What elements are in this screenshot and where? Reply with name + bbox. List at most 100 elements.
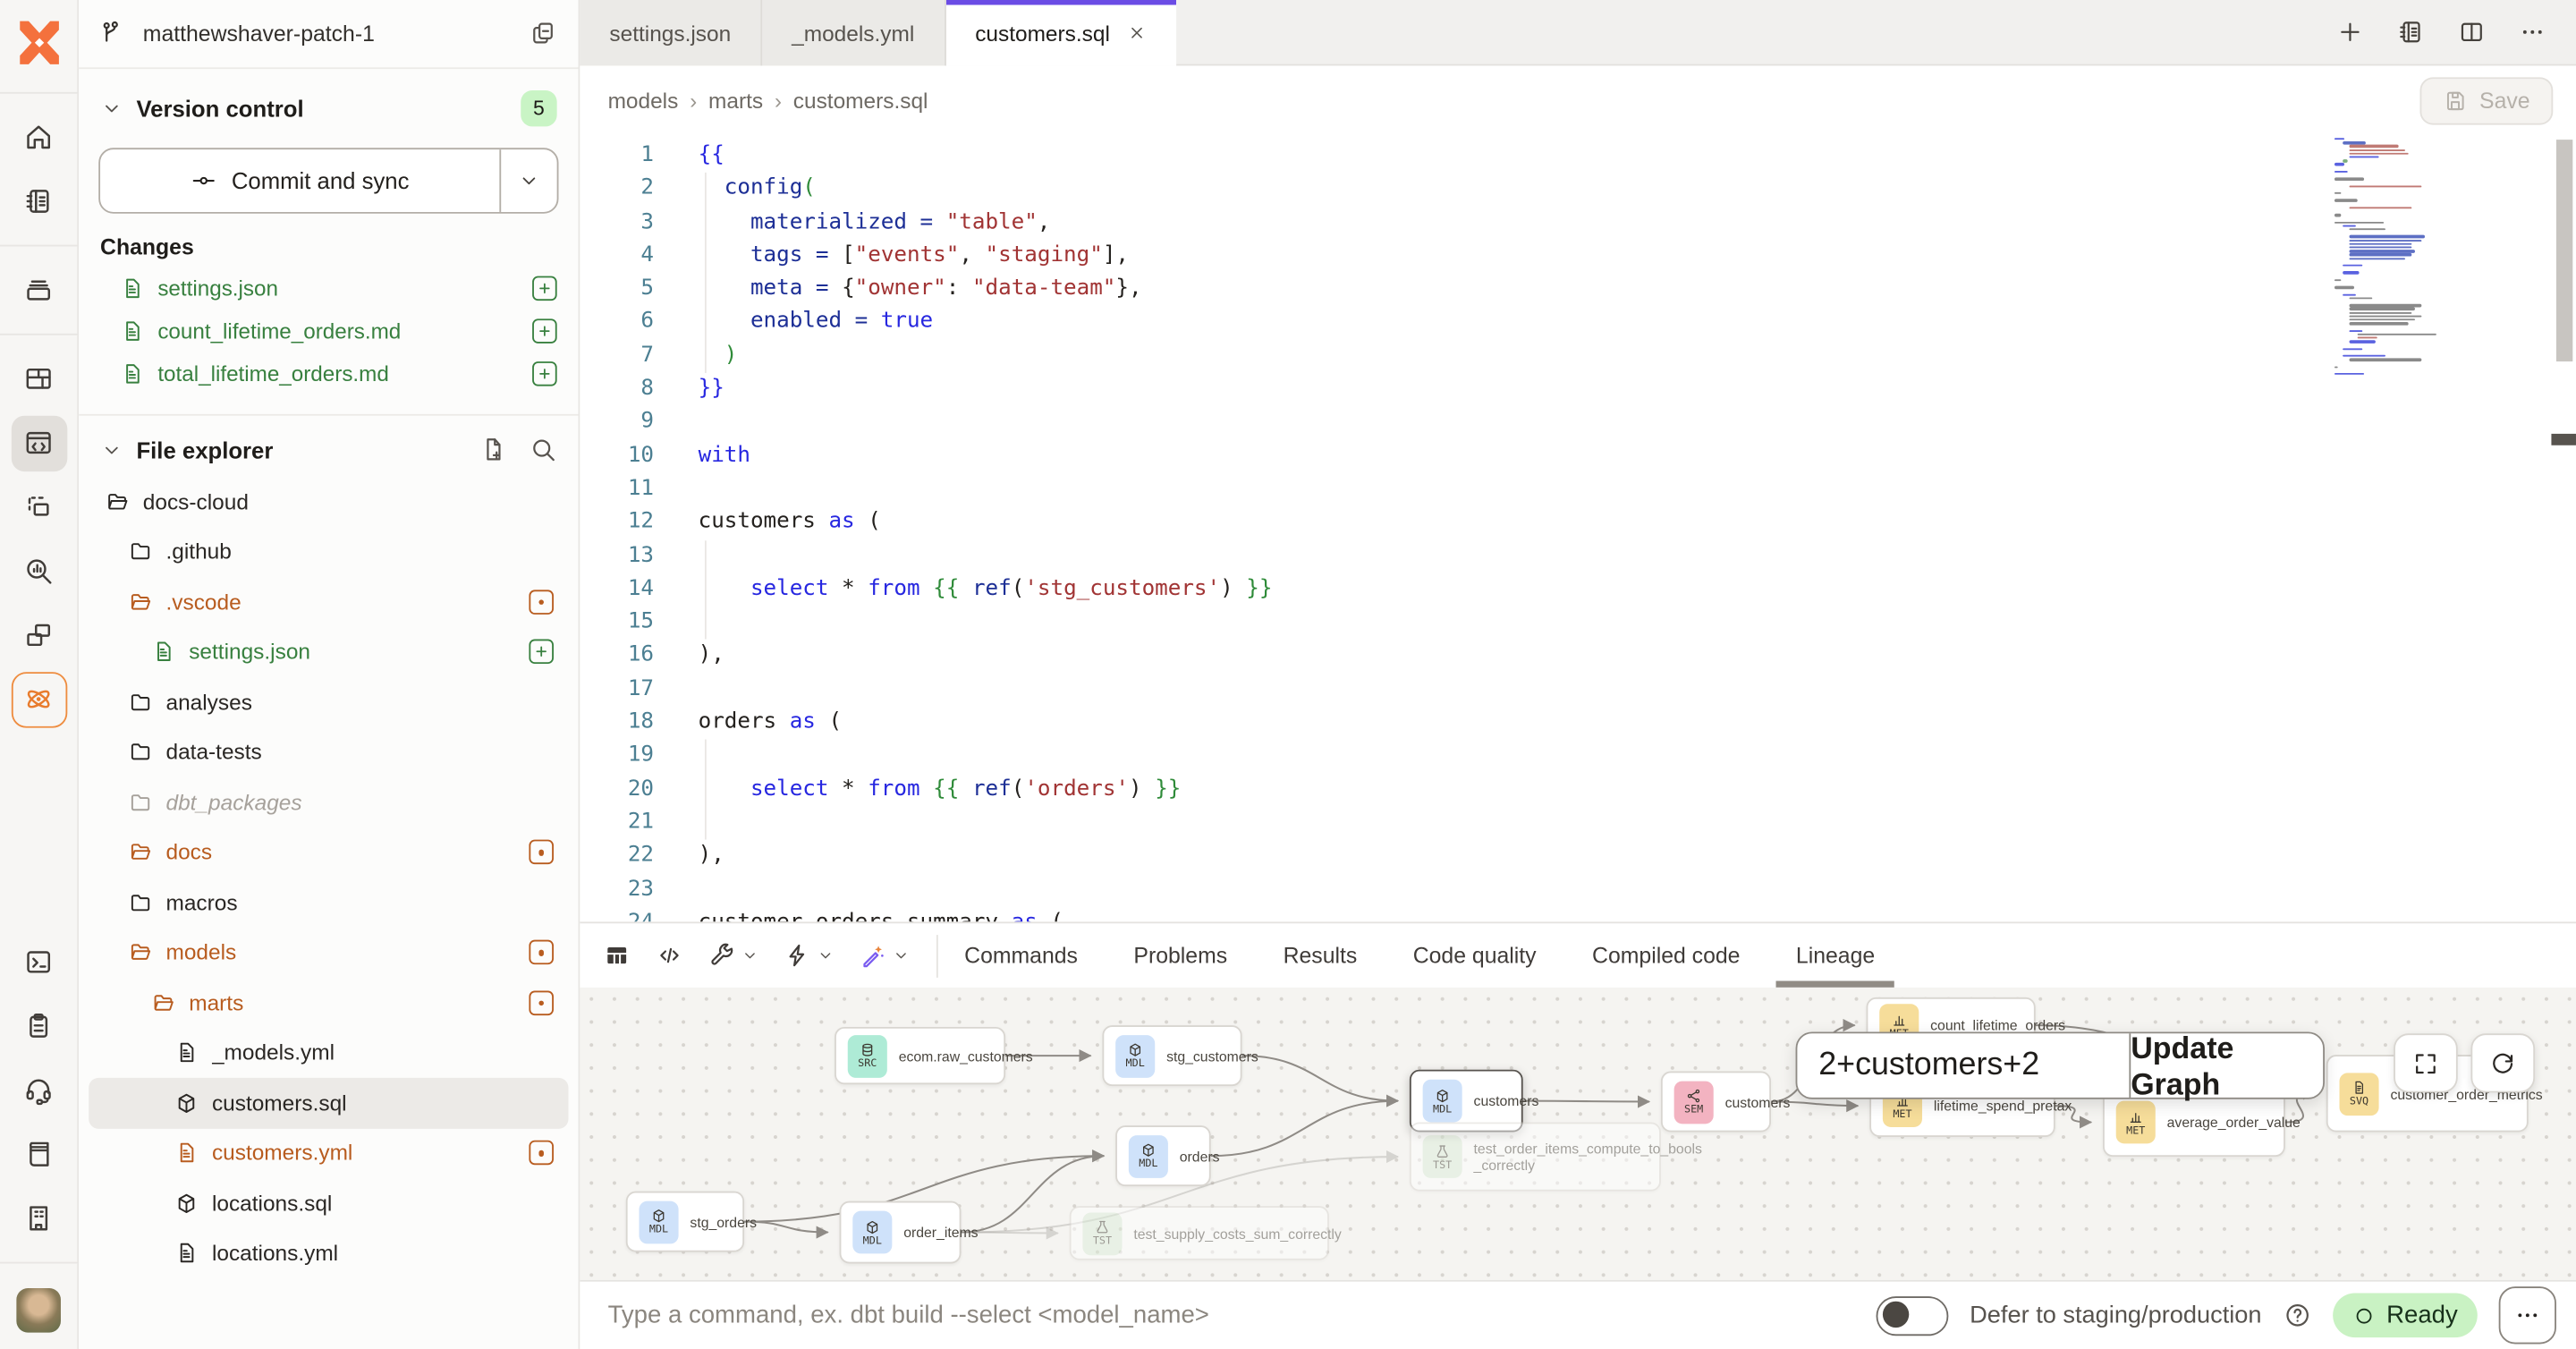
breadcrumb-item[interactable]: customers.sql [793,88,928,113]
commit-options-caret[interactable] [499,149,556,212]
split-button[interactable] [2458,18,2486,46]
panel-tool-wrench[interactable] [708,941,759,969]
update-graph-button[interactable]: Update Graph [2129,1033,2323,1098]
new-file-icon[interactable] [479,436,507,463]
user-avatar[interactable] [16,1288,61,1333]
lineage-node-order_items[interactable]: MDLorder_items [840,1201,962,1264]
rail-item-search-chart[interactable] [11,543,66,598]
version-control-header[interactable]: Version control 5 [79,69,578,130]
lineage-selector-input[interactable]: 2+customers+2 [1797,1033,2129,1098]
dbt-logo-icon[interactable] [14,18,64,67]
new-tab-button[interactable] [2336,18,2364,46]
stage-plus-badge[interactable] [532,361,557,386]
panel-tab-problems[interactable]: Problems [1133,923,1227,988]
code-line: 21 [580,807,1272,840]
save-button[interactable]: Save [2420,77,2553,124]
refresh-graph-button[interactable] [2470,1033,2535,1092]
changed-file-settings.json[interactable]: settings.json [79,267,578,310]
panel-tool-magic[interactable] [860,941,911,969]
tree-item-customers.yml[interactable]: customers.yml [89,1128,568,1178]
modified-dot-badge[interactable] [529,990,554,1015]
lineage-node-raw_customers[interactable]: SRCecom.raw_customers [835,1027,1005,1084]
tree-item-.vscode[interactable]: .vscode [89,577,568,627]
rail-item-archive[interactable] [11,262,66,318]
stage-plus-badge[interactable] [529,640,554,665]
breadcrumb-item[interactable]: marts [708,88,763,113]
changed-file-count_lifetime_orders.md[interactable]: count_lifetime_orders.md [79,309,578,352]
rail-item-home[interactable] [11,109,66,165]
node-type-badge: TST [1423,1135,1462,1178]
tree-item-customers.sql[interactable]: customers.sql [89,1078,568,1128]
tree-item-.github[interactable]: .github [89,527,568,577]
rail-item-building[interactable] [11,1191,66,1246]
rail-item-notebook[interactable] [11,174,66,229]
lineage-node-test_supply[interactable]: TSTtest_supply_costs_sum_correctly [1070,1206,1329,1260]
panel-tab-compiled-code[interactable]: Compiled code [1592,923,1740,988]
file-explorer-header[interactable]: File explorer [79,416,578,477]
panel-tab-code-quality[interactable]: Code quality [1413,923,1537,988]
fullscreen-button[interactable] [2394,1033,2458,1092]
copy-branch-icon[interactable] [529,20,556,47]
rail-item-terminal[interactable] [11,934,66,989]
breadcrumb-item[interactable]: models [608,88,679,113]
lineage-graph[interactable]: SRCecom.raw_customers MDLstg_customers MDL… [580,988,2576,1280]
tree-item-docs[interactable]: docs [89,827,568,878]
tree-item-locations.yml[interactable]: locations.yml [89,1228,568,1278]
wrench-icon [708,941,736,969]
panel-tool-flash[interactable] [784,941,835,969]
rail-item-headset[interactable] [11,1062,66,1117]
branch-row[interactable]: matthewshaver-patch-1 [79,0,578,69]
tab-customers.sql[interactable]: customers.sql [945,0,1175,65]
stage-plus-badge[interactable] [532,276,557,301]
rail-item-code-window[interactable] [11,415,66,471]
stage-plus-badge[interactable] [532,318,557,343]
more-options-button[interactable] [2499,1286,2556,1344]
tree-item-_models.yml[interactable]: _models.yml [89,1028,568,1078]
modified-dot-badge[interactable] [529,840,554,865]
close-icon[interactable] [1126,23,1146,43]
dots-h-button[interactable] [2519,18,2546,46]
tab-settings.json[interactable]: settings.json [580,0,762,65]
rail-item-frame[interactable] [11,479,66,534]
code-editor[interactable]: 1{{2 config(3 materialized = "table",4 t… [580,135,2576,922]
save-icon [2444,89,2469,114]
search-icon[interactable] [529,436,556,463]
panel-tab-results[interactable]: Results [1284,923,1358,988]
changed-file-total_lifetime_orders.md[interactable]: total_lifetime_orders.md [79,352,578,395]
tree-item-dbt_packages[interactable]: dbt_packages [89,777,568,827]
lineage-node-orders[interactable]: MDLorders [1115,1125,1211,1186]
minimap[interactable] [2334,138,2482,385]
rail-item-grid[interactable] [11,351,66,406]
panel-tool-table-filled[interactable] [603,941,631,969]
commit-and-sync-button[interactable]: Commit and sync [98,148,558,213]
tree-item-settings.json[interactable]: settings.json [89,627,568,677]
panel-tab-lineage[interactable]: Lineage [1796,923,1875,988]
rail-item-windows[interactable] [11,607,66,663]
lineage-node-test_bools[interactable]: TSTtest_order_items_compute_to_bools_cor… [1410,1122,1661,1191]
lineage-node-customers_sem[interactable]: SEMcustomers [1661,1072,1771,1133]
tree-item-locations.sql[interactable]: locations.sql [89,1178,568,1228]
tree-item-macros[interactable]: macros [89,878,568,928]
tree-item-models[interactable]: models [89,928,568,978]
grid-icon [23,363,55,395]
modified-dot-badge[interactable] [529,940,554,965]
lineage-node-stg_customers[interactable]: MDLstg_customers [1102,1025,1241,1086]
tree-item-analyses[interactable]: analyses [89,677,568,727]
command-input[interactable]: Type a command, ex. dbt build --select <… [608,1302,1877,1329]
modified-dot-badge[interactable] [529,590,554,615]
defer-toggle[interactable] [1876,1295,1948,1335]
tab-_models.yml[interactable]: _models.yml [762,0,945,65]
rail-item-clipboard[interactable] [11,998,66,1054]
rail-item-book[interactable] [11,1126,66,1182]
rail-item-atom[interactable] [11,671,66,726]
tree-item-marts[interactable]: marts [89,978,568,1028]
tree-item-docs-cloud[interactable]: docs-cloud [89,477,568,527]
lineage-node-stg_orders[interactable]: MDLstg_orders [626,1192,744,1252]
panel-tool-code-slash[interactable] [656,941,683,969]
help-icon[interactable] [2283,1302,2310,1329]
notebook-button[interactable] [2397,18,2425,46]
tree-item-data-tests[interactable]: data-tests [89,727,568,777]
panel-tab-commands[interactable]: Commands [964,923,1078,988]
modified-dot-badge[interactable] [529,1141,554,1166]
editor-scrollbar-thumb[interactable] [2556,140,2572,361]
